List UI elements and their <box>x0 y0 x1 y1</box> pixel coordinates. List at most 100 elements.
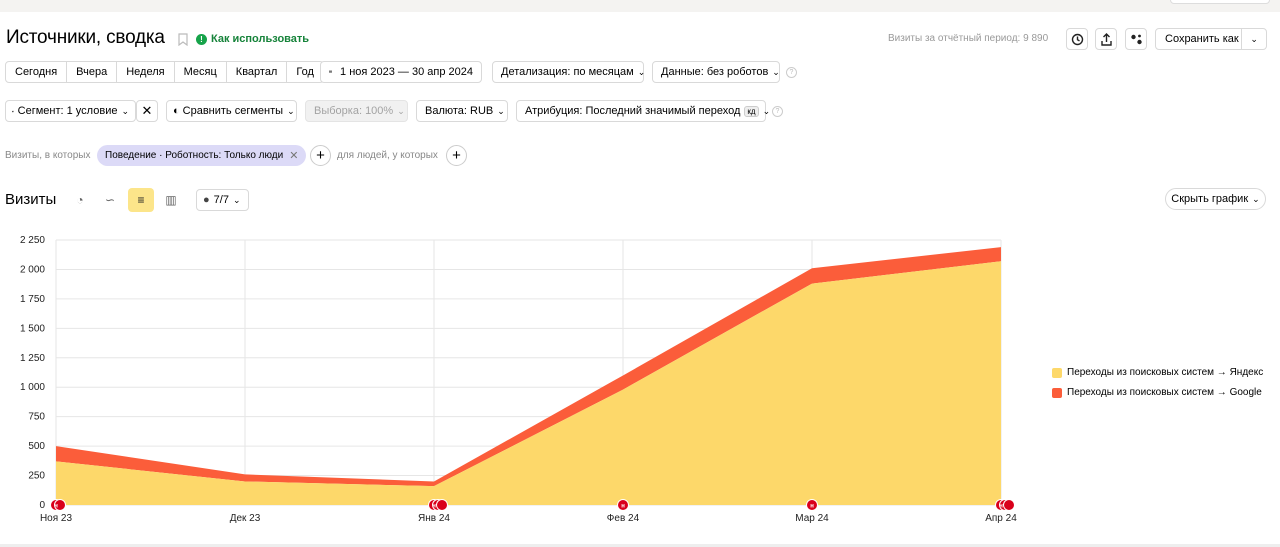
chevron-down-icon: ⌄ <box>121 105 129 116</box>
period-yesterday[interactable]: Вчера <box>67 62 118 82</box>
bar-chart-toggle[interactable]: ▥ <box>158 188 184 212</box>
add-visit-filter-button[interactable]: + <box>310 145 331 166</box>
bookmark-icon[interactable] <box>178 33 188 46</box>
help-icon[interactable]: ? <box>772 106 783 117</box>
note-marker-label: н <box>432 504 436 510</box>
history-button[interactable] <box>1066 28 1088 50</box>
note-marker-label: н <box>999 504 1003 510</box>
api-button[interactable] <box>1125 28 1147 50</box>
compare-icon: ◐ <box>173 105 180 117</box>
chevron-down-icon: ⌄ <box>287 105 295 116</box>
note-marker-label: н <box>54 504 58 510</box>
y-tick-label: 1 750 <box>20 294 45 305</box>
legend-label-google: Переходы из поисковых систем → Google <box>1067 387 1262 398</box>
people-filter-label: для людей, у которых <box>337 150 438 161</box>
period-today[interactable]: Сегодня <box>6 62 68 82</box>
attribution-badge: кд <box>744 105 759 117</box>
clear-segment-button[interactable]: ✕ <box>136 100 158 122</box>
line-chart-icon: ∽ <box>104 193 116 207</box>
chevron-down-icon: ⌄ <box>772 66 780 77</box>
legend-swatch-google <box>1052 387 1062 398</box>
date-range-picker[interactable]: 1 ноя 2023 — 30 апр 2024 <box>320 61 482 83</box>
chevron-down-icon[interactable]: ⌄ <box>1241 29 1266 49</box>
line-chart-toggle[interactable]: ∽ <box>97 188 123 212</box>
chart-title: Визиты <box>5 191 57 208</box>
clock-icon <box>1071 33 1083 45</box>
data-select[interactable]: Данные: без роботов ⌄ <box>652 61 780 83</box>
save-as-label: Сохранить как <box>1165 33 1239 45</box>
area-chart-toggle[interactable]: ≡ <box>128 188 154 212</box>
close-icon: ✕ <box>141 103 153 118</box>
x-tick-label: Фев 24 <box>607 513 640 524</box>
sample-select[interactable]: Выборка: 100% ⌄ <box>305 100 408 122</box>
sample-label: Выборка: 100% <box>314 105 394 117</box>
x-tick-label: Апр 24 <box>985 513 1017 524</box>
x-tick-label: Мар 24 <box>795 513 829 524</box>
y-tick-label: 2 000 <box>20 264 45 275</box>
compare-segments-button[interactable]: ◐ Сравнить сегменты ⌄ <box>166 100 297 122</box>
y-tick-label: 1 000 <box>20 382 45 393</box>
visits-filter-label: Визиты, в которых <box>5 150 91 161</box>
help-icon[interactable]: ? <box>786 67 797 78</box>
currency-label: Валюта: RUB <box>425 105 494 117</box>
save-as-button[interactable]: Сохранить как ⌄ <box>1155 28 1267 50</box>
series-count-select[interactable]: ● 7/7 ⌄ <box>196 189 249 211</box>
hide-chart-button[interactable]: Скрыть график ⌄ <box>1165 188 1266 210</box>
page-title: Источники, сводка <box>6 27 165 48</box>
date-range-label: 1 ноя 2023 — 30 апр 2024 <box>340 66 473 78</box>
attribution-label: Атрибуция: Последний значимый переход <box>525 105 741 117</box>
filter-chip[interactable]: Поведение · Роботность: Только люди ✕ <box>97 145 307 166</box>
y-tick-label: 1 500 <box>20 323 45 334</box>
stacked-area-icon: ≡ <box>137 193 145 207</box>
x-tick-label: Янв 24 <box>418 513 450 524</box>
pie-chart-icon: ◔ <box>76 193 84 207</box>
upload-icon <box>1100 32 1112 46</box>
chevron-down-icon: ⌄ <box>232 194 241 205</box>
y-tick-label: 0 <box>39 500 45 511</box>
legend-swatch-yandex <box>1052 367 1062 378</box>
attribution-select[interactable]: Атрибуция: Последний значимый переход кд… <box>516 100 770 122</box>
note-marker <box>1003 499 1015 511</box>
top-band <box>0 0 1280 12</box>
note-marker <box>436 499 448 511</box>
pie-icon <box>12 110 14 112</box>
y-tick-label: 250 <box>28 471 45 482</box>
how-to-label: Как использовать <box>211 33 310 45</box>
legend-item-google[interactable]: Переходы из поисковых систем → Google <box>1052 387 1262 398</box>
share-nodes-icon <box>1130 34 1142 44</box>
comment-icon: ● <box>203 194 210 206</box>
chevron-down-icon: ⌄ <box>497 105 505 116</box>
y-tick-label: 1 250 <box>20 353 45 364</box>
chevron-down-icon: ⌄ <box>397 105 405 116</box>
plus-icon: + <box>452 147 461 164</box>
y-tick-label: 500 <box>28 441 45 452</box>
chevron-down-icon: ⌄ <box>1252 193 1260 204</box>
y-tick-label: 2 250 <box>20 235 45 246</box>
calendar-icon <box>329 70 333 73</box>
add-people-filter-button[interactable]: + <box>446 145 467 166</box>
period-year[interactable]: Год <box>287 62 323 82</box>
top-button[interactable] <box>1170 0 1270 4</box>
export-button[interactable] <box>1095 28 1117 50</box>
chevron-down-icon: ⌄ <box>762 105 771 116</box>
period-presets: Сегодня Вчера Неделя Месяц Квартал Год <box>5 61 324 83</box>
close-icon[interactable]: ✕ <box>289 149 298 162</box>
info-icon: ! <box>196 33 207 45</box>
period-month[interactable]: Месяц <box>175 62 227 82</box>
legend-label-yandex: Переходы из поисковых систем → Яндекс <box>1067 367 1264 378</box>
visits-period: Визиты за отчётный период: 9 890 <box>888 33 1049 44</box>
detail-label: Детализация: по месяцам <box>501 66 634 78</box>
pie-chart-toggle[interactable]: ◔ <box>67 188 93 212</box>
x-tick-label: Ноя 23 <box>40 513 73 524</box>
period-quarter[interactable]: Квартал <box>227 62 288 82</box>
legend-item-yandex[interactable]: Переходы из поисковых систем → Яндекс <box>1052 367 1263 378</box>
data-label: Данные: без роботов <box>661 66 769 78</box>
x-tick-label: Дек 23 <box>230 513 261 524</box>
compare-label: Сравнить сегменты <box>182 105 284 117</box>
detail-select[interactable]: Детализация: по месяцам ⌄ <box>492 61 645 83</box>
how-to-link[interactable]: ! Как использовать <box>196 33 309 45</box>
plus-icon: + <box>316 147 325 164</box>
period-week[interactable]: Неделя <box>117 62 175 82</box>
segment-select[interactable]: Сегмент: 1 условие ⌄ <box>5 100 136 122</box>
currency-select[interactable]: Валюта: RUB ⌄ <box>416 100 508 122</box>
